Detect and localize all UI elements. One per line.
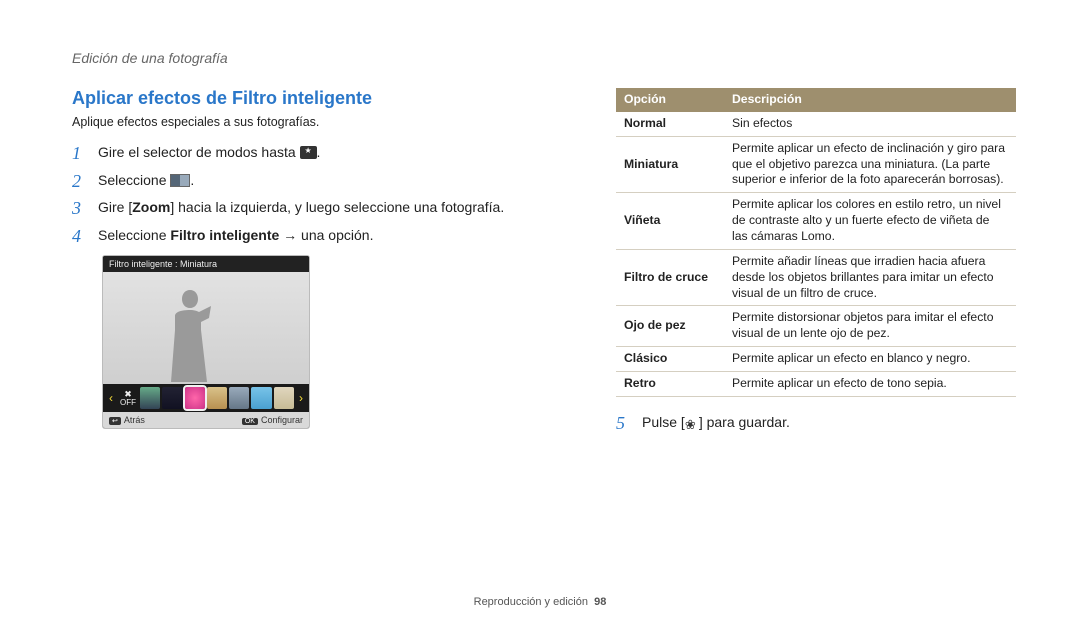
step-text: Gire el selector de modos hasta	[98, 144, 300, 160]
step-text: Seleccione	[98, 172, 170, 188]
filter-thumb[interactable]	[140, 387, 160, 409]
table-row: RetroPermite aplicar un efecto de tono s…	[616, 372, 1016, 397]
back-key-icon: ↩	[109, 417, 121, 425]
chevron-left-icon[interactable]: ‹	[106, 384, 116, 412]
step-text: Gire [	[98, 199, 132, 215]
step-text: ] hacia la izquierda, y luego seleccione…	[170, 199, 504, 215]
step-text: Seleccione	[98, 227, 170, 243]
edit-image-icon	[170, 174, 190, 187]
step-text: .	[317, 144, 321, 160]
table-row: ViñetaPermite aplicar los colores en est…	[616, 193, 1016, 250]
options-table: Opción Descripción NormalSin efectos Min…	[616, 88, 1016, 397]
step-text: Pulse [	[642, 414, 685, 430]
zoom-label: Zoom	[132, 199, 170, 215]
table-row: NormalSin efectos	[616, 112, 1016, 136]
step-4: 4 Seleccione Filtro inteligente → una op…	[72, 226, 582, 246]
step-text: ] para guardar.	[699, 414, 790, 430]
step-num-4: 4	[72, 226, 88, 245]
step-2: 2 Seleccione .	[72, 171, 582, 191]
breadcrumb: Edición de una fotografía	[72, 50, 1008, 66]
step-num-3: 3	[72, 198, 88, 217]
chevron-right-icon[interactable]: ›	[296, 384, 306, 412]
filter-thumb[interactable]	[229, 387, 249, 409]
step-num-2: 2	[72, 171, 88, 190]
smart-filter-label: Filtro inteligente	[170, 227, 279, 243]
page-footer: Reproducción y edición 98	[0, 596, 1080, 608]
filter-thumb[interactable]	[251, 387, 271, 409]
camera-ok[interactable]: OKConfigurar	[242, 415, 303, 425]
th-option: Opción	[616, 88, 724, 112]
mode-dial-icon	[300, 146, 317, 159]
filter-thumbs: ‹ ✖OFF ›	[103, 384, 309, 412]
camera-preview: Filtro inteligente : Miniatura ‹ ✖OFF	[102, 255, 310, 429]
table-row: MiniaturaPermite aplicar un efecto de in…	[616, 136, 1016, 193]
step-1: 1 Gire el selector de modos hasta .	[72, 143, 582, 163]
table-row: Filtro de crucePermite añadir líneas que…	[616, 249, 1016, 306]
step-num-1: 1	[72, 143, 88, 162]
filter-thumb-selected[interactable]	[185, 387, 205, 409]
camera-body	[103, 272, 309, 384]
step-num-5: 5	[616, 413, 632, 433]
step-text: → una opción.	[279, 227, 373, 243]
step-text: .	[190, 172, 194, 188]
th-desc: Descripción	[724, 88, 1016, 112]
filter-off[interactable]: ✖OFF	[118, 390, 138, 407]
table-row: Ojo de pezPermite distorsionar objetos p…	[616, 306, 1016, 347]
camera-back[interactable]: ↩Atrás	[109, 415, 145, 425]
table-row: ClásicoPermite aplicar un efecto en blan…	[616, 347, 1016, 372]
camera-title: Filtro inteligente : Miniatura	[103, 256, 309, 272]
section-title: Aplicar efectos de Filtro inteligente	[72, 88, 582, 109]
ok-key-icon: OK	[242, 418, 258, 425]
step-5: 5 Pulse [ ] para guardar.	[616, 413, 1016, 433]
step-3: 3 Gire [Zoom] hacia la izquierda, y lueg…	[72, 198, 582, 218]
filter-thumb[interactable]	[274, 387, 294, 409]
filter-thumb[interactable]	[207, 387, 227, 409]
intro-text: Aplique efectos especiales a sus fotogra…	[72, 115, 582, 129]
filter-thumb[interactable]	[162, 387, 182, 409]
silhouette-icon	[165, 286, 215, 382]
macro-icon	[685, 415, 699, 429]
